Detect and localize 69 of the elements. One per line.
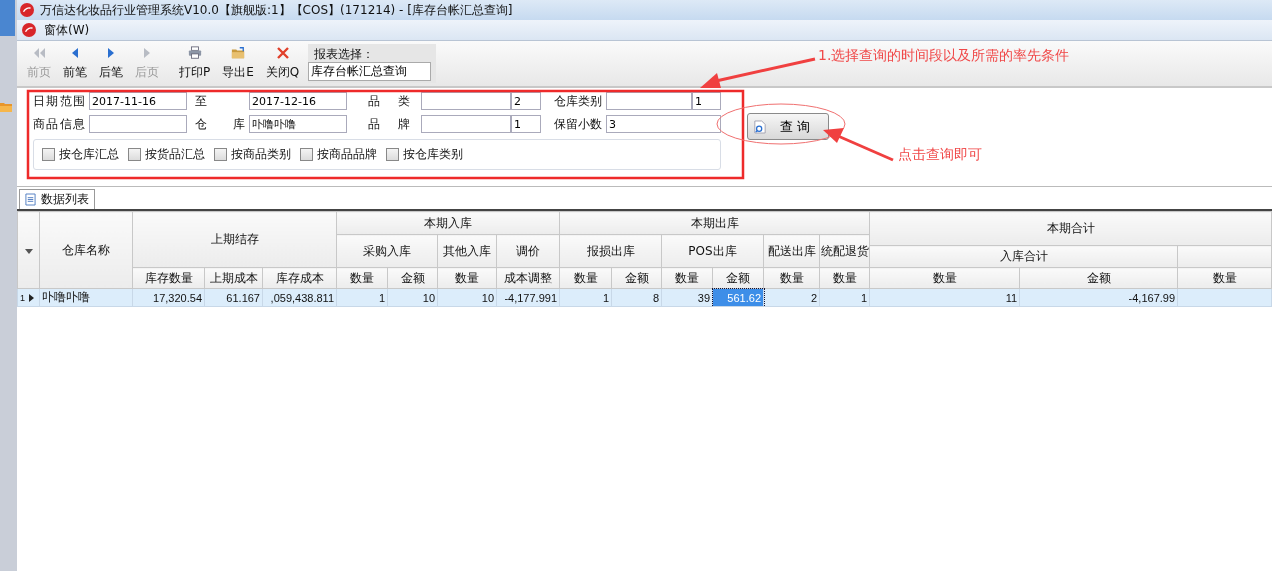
- column-header[interactable]: 报损出库: [559, 234, 662, 268]
- column-header[interactable]: 统配退货: [819, 234, 870, 268]
- code-field[interactable]: 1: [511, 115, 541, 133]
- text-field[interactable]: 2017-12-16: [249, 92, 347, 110]
- checkbox[interactable]: [386, 148, 399, 161]
- field-label: 日期范围: [33, 92, 86, 110]
- double-left-arrow-icon: [32, 46, 46, 60]
- checkbox[interactable]: [214, 148, 227, 161]
- checkbox[interactable]: [300, 148, 313, 161]
- annotation-text: 1.选择查询的时间段以及所需的率先条件: [818, 47, 1070, 65]
- column-header[interactable]: 配送出库: [763, 234, 820, 268]
- toolbar-button[interactable]: 后笔: [94, 44, 128, 83]
- app-logo-icon: [20, 3, 34, 17]
- text-field[interactable]: [421, 92, 511, 110]
- table-cell: 561.62: [712, 288, 764, 307]
- field-label: 保留小数: [553, 115, 603, 133]
- text-field[interactable]: [89, 115, 187, 133]
- field-label: 仓库类别: [553, 92, 603, 110]
- app-logo-icon[interactable]: [22, 23, 36, 37]
- field-label: 品 牌: [367, 115, 411, 133]
- dropdown-caret-icon[interactable]: [24, 249, 33, 254]
- text-field[interactable]: 3: [606, 115, 721, 133]
- column-header[interactable]: 采购入库: [336, 234, 438, 268]
- column-header[interactable]: 本期入库: [336, 211, 560, 235]
- column-header[interactable]: 本期合计: [869, 211, 1272, 246]
- checkbox-option[interactable]: 按仓库汇总: [42, 146, 119, 163]
- toolbar-button[interactable]: 打印P: [174, 44, 216, 83]
- report-select-field[interactable]: 库存台帐汇总查询: [308, 62, 432, 81]
- toolbar-button[interactable]: 导出E: [217, 44, 259, 83]
- text-field[interactable]: [421, 115, 511, 133]
- folder-icon: [231, 46, 246, 60]
- text-field[interactable]: 2017-11-16: [89, 92, 187, 110]
- checkbox-option[interactable]: 按商品类别: [214, 146, 291, 163]
- text-field[interactable]: 卟噜卟噜: [249, 115, 347, 133]
- checkbox[interactable]: [128, 148, 141, 161]
- menu-item[interactable]: 窗体(W): [44, 21, 90, 39]
- checkbox-option[interactable]: 按货品汇总: [128, 146, 205, 163]
- checkbox-option[interactable]: 按仓库类别: [386, 146, 463, 163]
- search-icon: [754, 119, 766, 134]
- toolbar-button[interactable]: 关闭Q: [260, 44, 305, 83]
- checkbox[interactable]: [42, 148, 55, 161]
- column-header[interactable]: 本期出库: [559, 211, 870, 235]
- field-label: 仓 库: [194, 115, 246, 133]
- field-label: 至: [194, 92, 208, 110]
- code-field[interactable]: 2: [511, 92, 541, 110]
- checkbox-option[interactable]: 按商品品牌: [300, 146, 377, 163]
- code-field[interactable]: 1: [692, 92, 721, 110]
- printer-icon: [187, 46, 202, 60]
- text-field[interactable]: [606, 92, 693, 110]
- annotation-text: 点击查询即可: [898, 146, 982, 164]
- row-pointer-icon: [29, 293, 34, 302]
- document-icon: [25, 193, 36, 206]
- window-title: 万信达化妆品行业管理系统V10.0【旗舰版:1】【COS】(171214) - [库存台帐汇总查询]: [40, 1, 513, 19]
- query-button[interactable]: 查 询: [747, 113, 829, 140]
- column-header[interactable]: 其他入库: [437, 234, 497, 268]
- annotation-arrow: [823, 128, 894, 162]
- row-number: 1: [20, 292, 25, 303]
- toolbar-button[interactable]: 前笔: [58, 44, 92, 83]
- table-row[interactable]: 1 卟噜卟噜 17,320.54 61.167 ,059,438.811 1 10 10 -4,177.991 1 8 39 561.62 2 1 11 -4,167.99: [17, 288, 1272, 307]
- tab[interactable]: 数据列表: [19, 189, 95, 209]
- close-icon: [275, 46, 290, 60]
- column-header[interactable]: 上期结存: [132, 211, 337, 268]
- column-header[interactable]: POS出库: [661, 234, 764, 268]
- report-select-label: 报表选择：: [313, 46, 376, 62]
- column-header[interactable]: 入库合计: [869, 245, 1178, 268]
- field-label: 品 类: [367, 92, 411, 110]
- field-label: 商品信息: [33, 115, 86, 133]
- column-header[interactable]: 调价: [496, 234, 560, 268]
- column-header[interactable]: 仓库名称: [39, 211, 133, 289]
